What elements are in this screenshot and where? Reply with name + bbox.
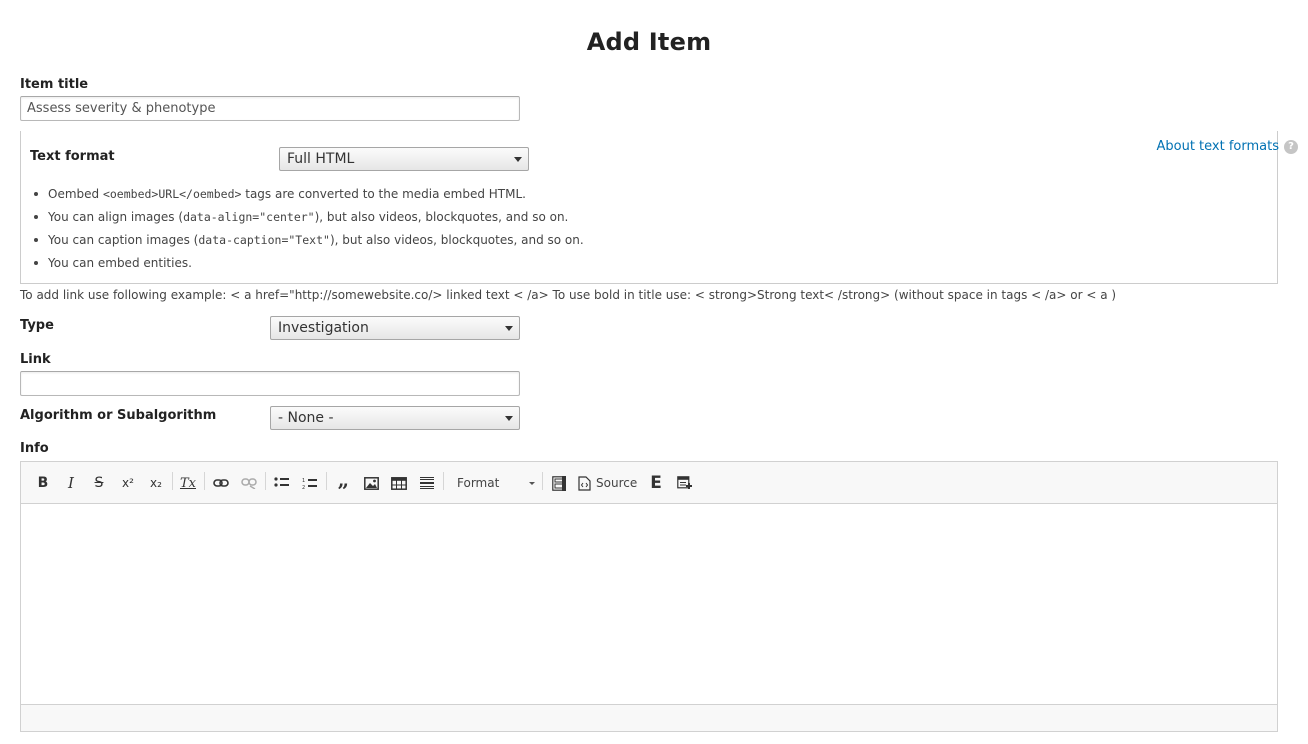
info-label: Info [20,441,49,456]
page-title: Add Item [586,28,712,56]
italic-icon[interactable]: I [63,473,79,493]
chevron-down-icon [505,416,513,421]
svg-text:2: 2 [302,485,305,490]
template-icon[interactable] [675,473,693,493]
superscript-icon[interactable]: x² [119,473,137,493]
text-format-tips: Oembed <oembed>URL</oembed> tags are con… [34,186,584,278]
editor-status-bar [21,704,1277,731]
show-blocks-icon[interactable] [550,473,568,493]
entity-embed-icon[interactable]: E [647,473,665,493]
type-selected: Investigation [278,320,369,336]
algorithm-label: Algorithm or Subalgorithm [20,408,217,423]
horizontal-line-icon[interactable] [418,473,436,493]
tip-item: You can embed entities. [34,255,584,278]
type-select[interactable]: Investigation [270,316,520,340]
subscript-icon[interactable]: x₂ [147,473,165,493]
toolbar-separator [542,472,543,490]
remove-format-icon[interactable]: Tx [179,473,197,493]
blockquote-icon[interactable]: ” [334,473,352,503]
info-editor: B I S x² x₂ Tx 12 ” Format Source E [20,461,1278,732]
link-input[interactable] [20,371,520,396]
chevron-down-icon [529,482,535,485]
numbered-list-icon[interactable]: 12 [301,473,319,493]
item-title-label: Item title [20,77,89,92]
editor-content-area[interactable] [21,504,1277,704]
toolbar-separator [172,472,173,490]
table-icon[interactable] [390,473,408,493]
text-format-selected: Full HTML [287,151,355,167]
type-label: Type [20,318,54,333]
source-label: Source [596,476,638,490]
chevron-down-icon [514,157,522,162]
source-icon [578,475,591,491]
unlink-icon [240,473,258,493]
chevron-down-icon [505,326,513,331]
tip-item: You can caption images (data-caption="Te… [34,232,584,255]
format-dropdown[interactable]: Format [451,473,537,493]
toolbar-separator [326,472,327,490]
image-icon[interactable] [362,473,380,493]
bold-icon[interactable]: B [35,473,51,493]
source-button[interactable]: Source [578,473,640,493]
algorithm-select[interactable]: - None - [270,406,520,430]
tip-item: You can align images (data-align="center… [34,209,584,232]
about-text-formats-link[interactable]: About text formats [1156,139,1279,154]
toolbar-separator [265,472,266,490]
help-icon[interactable]: ? [1284,140,1298,154]
tip-item: Oembed <oembed>URL</oembed> tags are con… [34,186,584,209]
text-format-label: Text format [30,149,115,164]
svg-text:1: 1 [302,478,305,484]
link-help-text: To add link use following example: < a h… [20,288,1117,302]
editor-toolbar: B I S x² x₂ Tx 12 ” Format Source E [21,462,1277,504]
bulleted-list-icon[interactable] [273,473,291,493]
text-format-select[interactable]: Full HTML [279,147,529,171]
link-label: Link [20,352,51,367]
strikethrough-icon[interactable]: S [91,473,107,493]
toolbar-separator [204,472,205,490]
link-icon[interactable] [212,473,230,493]
toolbar-separator [443,472,444,490]
item-title-input[interactable] [20,96,520,121]
algorithm-selected: - None - [278,410,334,426]
format-dropdown-label: Format [457,476,500,490]
